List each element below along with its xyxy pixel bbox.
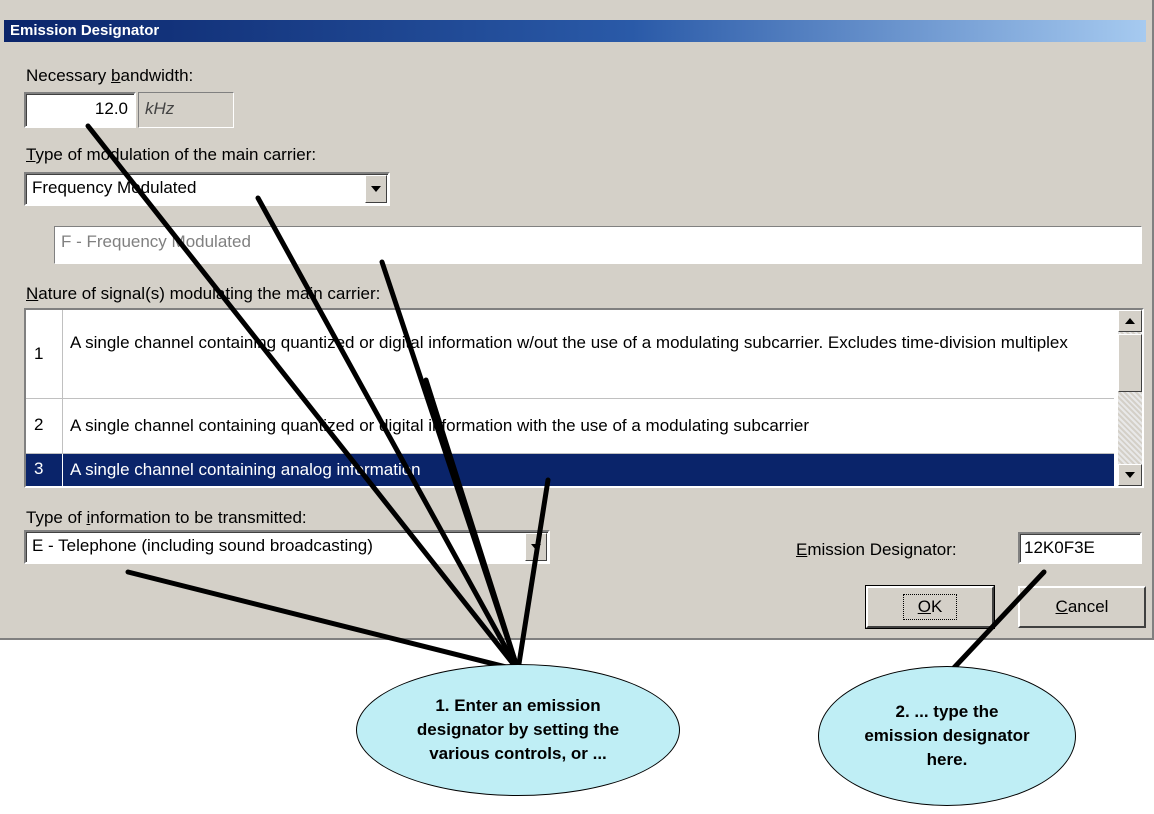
designator-value: 12K0F3E [1024,538,1095,557]
nature-label: Nature of signal(s) modulating the main … [26,284,381,303]
modulation-selected-value: Frequency Modulated [32,178,197,197]
info-type-label: Type of information to be transmitted: [26,508,307,527]
list-item-text: A single channel containing quantized or… [70,416,810,435]
bandwidth-value: 12.0 [94,99,128,118]
scroll-up-button[interactable] [1118,310,1142,332]
cancel-button-label: Cancel [1055,597,1109,616]
arrow-up-icon [1125,318,1135,324]
dialog-title: Emission Designator [4,20,1146,42]
bandwidth-input[interactable]: 12.0 [24,92,136,128]
list-scrollbar[interactable] [1118,310,1142,486]
scroll-thumb[interactable] [1118,334,1142,392]
list-item[interactable]: 1 A single channel containing quantized … [26,310,1114,398]
callout-bubble-controls: 1. Enter an emission designator by setti… [356,664,680,796]
designator-input[interactable]: 12K0F3E [1018,532,1142,564]
chevron-down-icon [371,186,381,192]
ok-button[interactable]: OK [865,585,995,629]
designator-label: Emission Designator: [796,540,957,559]
bandwidth-unit: kHz [138,92,234,128]
list-item[interactable]: 2 A single channel containing quantized … [26,399,1114,453]
info-type-select[interactable]: E - Telephone (including sound broadcast… [24,530,550,564]
modulation-label: Type of modulation of the main carrier: [26,145,317,164]
bandwidth-label: Necessary bandwidth: [26,66,194,85]
modulation-dropdown-button[interactable] [365,175,387,203]
cancel-button[interactable]: Cancel [1018,586,1146,628]
scroll-down-button[interactable] [1118,464,1142,486]
list-item-number: 1 [34,344,44,363]
emission-designator-dialog: Emission Designator Necessary bandwidth:… [0,0,1154,640]
info-type-selected-value: E - Telephone (including sound broadcast… [32,536,373,555]
callout-bubble-type: 2. ... type the emission designator here… [818,666,1076,806]
list-item-selected[interactable]: 3 A single channel containing analog inf… [26,454,1114,486]
chevron-down-icon [531,544,541,550]
list-item-number: 3 [34,459,44,478]
list-item-number: 2 [34,415,44,434]
modulation-select[interactable]: Frequency Modulated [24,172,390,206]
arrow-down-icon [1125,472,1135,478]
list-item-text: A single channel containing analog infor… [70,460,421,479]
info-type-dropdown-button[interactable] [525,533,547,561]
modulation-code-field: F - Frequency Modulated [54,226,1142,264]
nature-list[interactable]: 1 A single channel containing quantized … [24,308,1144,488]
ok-button-label: OK [902,594,958,620]
list-item-text: A single channel containing quantized or… [70,333,1068,352]
